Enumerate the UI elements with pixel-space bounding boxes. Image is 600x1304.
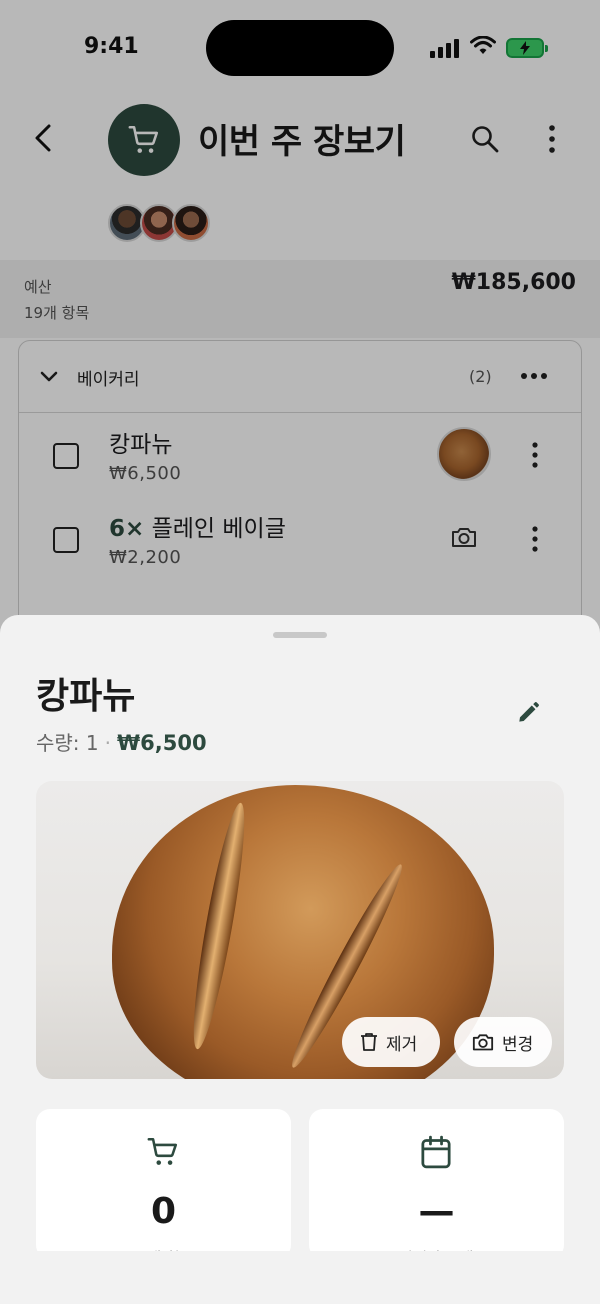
purchase-count-card: 0 구매 횟수 <box>36 1109 291 1259</box>
purchase-count-value: 0 <box>150 1191 177 1232</box>
cart-icon <box>147 1137 178 1165</box>
camera-icon <box>472 1034 494 1051</box>
item-detail-sheet: 캉파뉴 수량: 1 · ₩6,500 제거 변경 0 — <box>0 615 600 1304</box>
separator: · <box>104 731 111 755</box>
last-purchase-value: — <box>418 1191 455 1232</box>
remove-label: 제거 <box>386 1034 418 1055</box>
item-price: ₩6,500 <box>116 731 207 755</box>
quantity-price-line: 수량: 1 · ₩6,500 <box>36 727 207 756</box>
item-photo: 제거 변경 <box>36 781 564 1079</box>
change-photo-button[interactable]: 변경 <box>454 1017 552 1067</box>
sheet-grabber[interactable] <box>273 632 327 638</box>
last-purchase-card: — 마지막 구매 <box>309 1109 564 1259</box>
quantity-text: 수량: 1 <box>36 731 99 755</box>
change-label: 변경 <box>502 1034 534 1055</box>
edit-button[interactable] <box>510 695 546 731</box>
calendar-icon <box>421 1135 451 1169</box>
sheet-fade <box>0 1251 600 1304</box>
pencil-icon <box>519 702 539 722</box>
sheet-title: 캉파뉴 <box>36 676 136 717</box>
trash-icon <box>361 1033 377 1051</box>
remove-photo-button[interactable]: 제거 <box>342 1017 440 1067</box>
